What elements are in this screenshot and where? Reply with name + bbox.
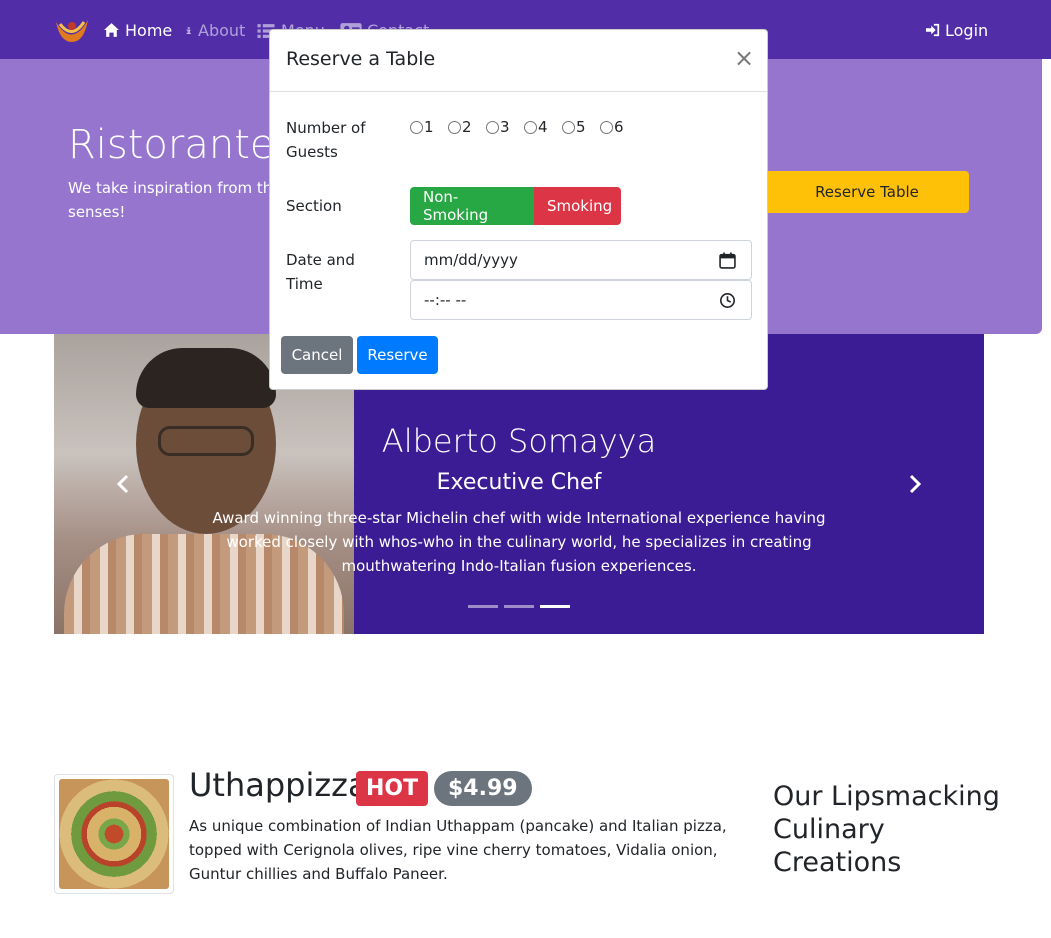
radio-button[interactable] [410,120,423,134]
reserve-button[interactable]: Reserve [357,336,438,374]
date-input[interactable]: mm/dd/yyyy [410,240,752,280]
guests-radio-5[interactable]: 5 [562,118,600,136]
datetime-label: Date and Time [286,251,355,293]
radio-button[interactable] [524,120,537,134]
clock-icon[interactable] [719,292,736,309]
guests-radio-group: 1 2 3 4 5 6 [410,118,638,136]
guests-radio-1[interactable]: 1 [410,118,448,136]
close-icon[interactable]: × [734,46,754,70]
guests-label: Number of Guests [286,119,366,161]
guests-radio-3[interactable]: 3 [486,118,524,136]
radio-button[interactable] [600,120,613,134]
time-placeholder: --:-- -- [424,291,467,309]
reserve-modal: Reserve a Table × Number of Guests 1 2 3… [269,29,768,390]
section-label: Section [286,197,342,215]
radio-button[interactable] [448,120,461,134]
date-placeholder: mm/dd/yyyy [424,251,518,269]
radio-button[interactable] [486,120,499,134]
guests-radio-2[interactable]: 2 [448,118,486,136]
radio-button[interactable] [562,120,575,134]
modal-header: Reserve a Table × [270,30,767,92]
guests-radio-6[interactable]: 6 [600,118,638,136]
modal-title: Reserve a Table [286,48,436,70]
time-input[interactable]: --:-- -- [410,280,752,320]
guests-radio-4[interactable]: 4 [524,118,562,136]
non-smoking-button[interactable]: Non-Smoking [410,187,534,225]
smoking-button[interactable]: Smoking [534,187,621,225]
calendar-icon[interactable] [719,252,736,269]
cancel-button[interactable]: Cancel [281,336,353,374]
section-toggle-group: Non-Smoking Smoking [410,187,621,225]
